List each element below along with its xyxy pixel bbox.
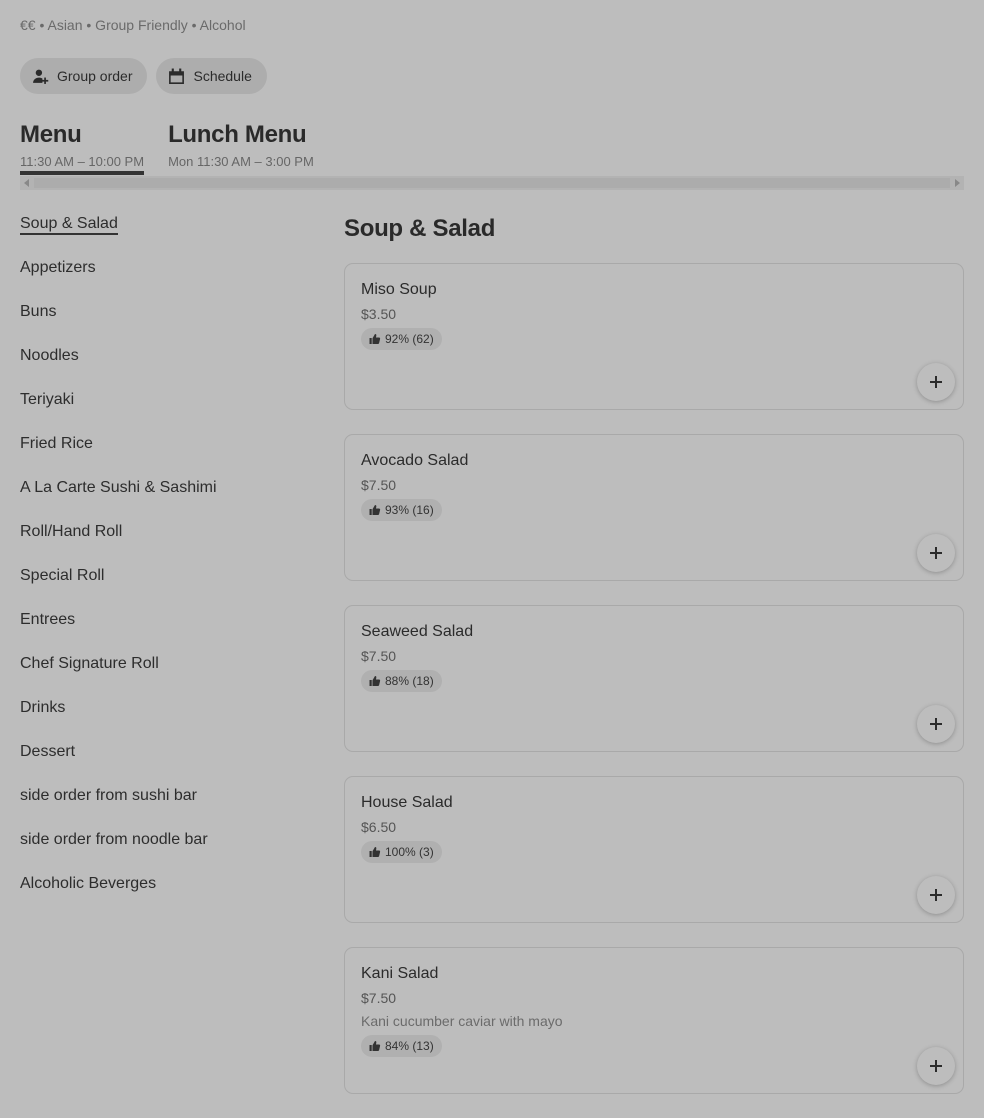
plus-icon xyxy=(929,546,943,560)
sidebar-item-soup-salad[interactable]: Soup & Salad xyxy=(20,213,320,257)
rating-badge: 93% (16) xyxy=(361,499,442,521)
horizontal-scrollbar[interactable] xyxy=(20,176,964,190)
rating-badge: 92% (62) xyxy=(361,328,442,350)
group-order-button[interactable]: Group order xyxy=(20,58,148,94)
sidebar-item-special-roll[interactable]: Special Roll xyxy=(20,565,320,609)
rating-text: 100% (3) xyxy=(385,845,434,859)
schedule-label: Schedule xyxy=(193,68,252,84)
item-name: Kani Salad xyxy=(361,965,439,982)
menu-tab-hours: Mon 11:30 AM – 3:00 PM xyxy=(168,154,314,169)
sidebar-item-buns[interactable]: Buns xyxy=(20,301,320,345)
item-description: Kani cucumber caviar with mayo xyxy=(361,1013,563,1029)
sidebar-item-side-order-noodle-bar[interactable]: side order from noodle bar xyxy=(20,829,320,873)
thumbs-up-icon xyxy=(369,504,381,516)
rating-badge: 84% (13) xyxy=(361,1035,442,1057)
sidebar-item-alcoholic-beverages[interactable]: Alcoholic Beverges xyxy=(20,873,320,917)
sidebar-item-teriyaki[interactable]: Teriyaki xyxy=(20,389,320,433)
item-price: $3.50 xyxy=(361,306,397,322)
thumbs-up-icon xyxy=(369,675,381,687)
group-order-label: Group order xyxy=(57,68,133,84)
menu-tab-title: Menu xyxy=(20,121,82,148)
item-price: $7.50 xyxy=(361,477,397,493)
thumbs-up-icon xyxy=(369,846,381,858)
menu-tab-hours: 11:30 AM – 10:00 PM xyxy=(20,154,145,169)
plus-icon xyxy=(929,717,943,731)
scrollbar-thumb[interactable] xyxy=(34,178,950,188)
menu-item-card[interactable]: Miso Soup $3.50 92% (62) xyxy=(344,263,964,410)
sidebar-item-a-la-carte[interactable]: A La Carte Sushi & Sashimi xyxy=(20,477,320,521)
rating-badge: 88% (18) xyxy=(361,670,442,692)
add-item-button[interactable] xyxy=(917,705,955,743)
menu-item-card[interactable]: Seaweed Salad $7.50 88% (18) xyxy=(344,605,964,752)
thumbs-up-icon xyxy=(369,1040,381,1052)
scroll-right-arrow-icon[interactable] xyxy=(955,179,960,187)
rating-text: 92% (62) xyxy=(385,332,434,346)
item-name: Avocado Salad xyxy=(361,452,469,469)
sidebar-item-dessert[interactable]: Dessert xyxy=(20,741,320,785)
item-price: $7.50 xyxy=(361,648,397,664)
menu-item-card[interactable]: Kani Salad $7.50 Kani cucumber caviar wi… xyxy=(344,947,964,1094)
item-price: $6.50 xyxy=(361,819,397,835)
sidebar-item-appetizers[interactable]: Appetizers xyxy=(20,257,320,301)
scroll-left-arrow-icon[interactable] xyxy=(24,179,29,187)
add-item-button[interactable] xyxy=(917,1047,955,1085)
menu-tab-title: Lunch Menu xyxy=(168,121,307,148)
sidebar-item-chef-signature-roll[interactable]: Chef Signature Roll xyxy=(20,653,320,697)
category-sidebar: Soup & Salad Appetizers Buns Noodles Ter… xyxy=(20,213,320,917)
plus-icon xyxy=(929,375,943,389)
plus-icon xyxy=(929,1059,943,1073)
menu-tab-lunch-menu[interactable]: Lunch Menu Mon 11:30 AM – 3:00 PM xyxy=(168,120,314,169)
rating-badge: 100% (3) xyxy=(361,841,442,863)
section-title: Soup & Salad xyxy=(344,215,496,242)
sidebar-item-side-order-sushi-bar[interactable]: side order from sushi bar xyxy=(20,785,320,829)
item-price: $7.50 xyxy=(361,990,397,1006)
item-name: House Salad xyxy=(361,794,453,811)
sidebar-item-fried-rice[interactable]: Fried Rice xyxy=(20,433,320,477)
restaurant-tagline: €€ • Asian • Group Friendly • Alcohol xyxy=(20,17,246,33)
menu-item-card[interactable]: Avocado Salad $7.50 93% (16) xyxy=(344,434,964,581)
add-item-button[interactable] xyxy=(917,876,955,914)
rating-text: 93% (16) xyxy=(385,503,434,517)
sidebar-item-entrees[interactable]: Entrees xyxy=(20,609,320,653)
sidebar-item-roll-hand-roll[interactable]: Roll/Hand Roll xyxy=(20,521,320,565)
add-item-button[interactable] xyxy=(917,534,955,572)
menu-items-list: Miso Soup $3.50 92% (62) Avocado Salad $… xyxy=(344,263,964,1118)
sidebar-item-noodles[interactable]: Noodles xyxy=(20,345,320,389)
plus-icon xyxy=(929,888,943,902)
menu-tabs: Menu 11:30 AM – 10:00 PM Lunch Menu Mon … xyxy=(20,120,314,175)
header-actions: Group order Schedule xyxy=(20,58,267,94)
item-name: Seaweed Salad xyxy=(361,623,474,640)
calendar-icon xyxy=(168,68,185,85)
active-tab-indicator xyxy=(20,171,145,175)
thumbs-up-icon xyxy=(369,333,381,345)
sidebar-item-drinks[interactable]: Drinks xyxy=(20,697,320,741)
menu-item-card[interactable]: House Salad $6.50 100% (3) xyxy=(344,776,964,923)
add-person-icon xyxy=(32,68,49,85)
schedule-button[interactable]: Schedule xyxy=(156,58,267,94)
item-name: Miso Soup xyxy=(361,281,437,298)
add-item-button[interactable] xyxy=(917,363,955,401)
rating-text: 84% (13) xyxy=(385,1039,434,1053)
menu-tab-menu[interactable]: Menu 11:30 AM – 10:00 PM xyxy=(20,120,145,175)
rating-text: 88% (18) xyxy=(385,674,434,688)
